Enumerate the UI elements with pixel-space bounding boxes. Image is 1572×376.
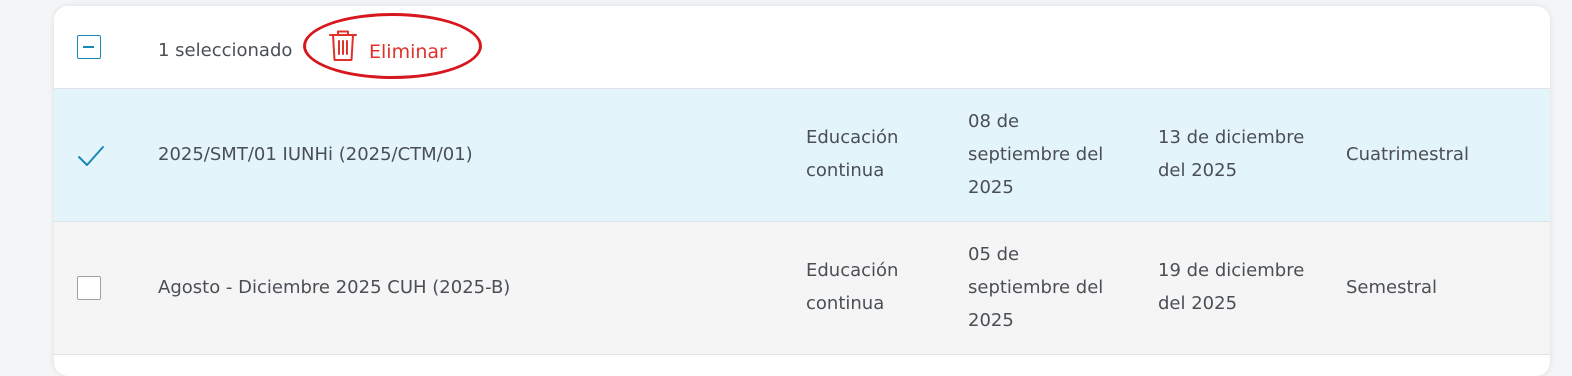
table-row[interactable]: Agosto - Diciembre 2025 CUH (2025-B) Edu… — [54, 222, 1550, 355]
delete-button[interactable]: Eliminar — [303, 13, 482, 79]
row-start-date: 05 de septiembre del 2025 — [968, 244, 1104, 331]
select-all-checkbox[interactable] — [77, 35, 101, 59]
row-name: Agosto - Diciembre 2025 CUH (2025-B) — [158, 277, 511, 298]
row-end-date: 19 de diciembre del 2025 — [1158, 260, 1305, 314]
table-row[interactable]: 2025/SMT/01 IUNHi (2025/CTM/01) Educació… — [54, 89, 1550, 222]
row-end-date: 13 de diciembre del 2025 — [1158, 127, 1305, 181]
selected-count: 1 seleccionado — [158, 40, 293, 61]
row-checkbox[interactable] — [77, 276, 101, 300]
row-period: Cuatrimestral — [1346, 144, 1469, 165]
selection-toolbar: 1 seleccionado Eliminar — [54, 6, 1550, 89]
row-type: Educación continua — [806, 260, 899, 314]
row-type: Educación continua — [806, 127, 899, 181]
table-card: 1 seleccionado Eliminar 2025/SMT/01 IUNH… — [54, 6, 1550, 376]
row-name: 2025/SMT/01 IUNHi (2025/CTM/01) — [158, 144, 473, 165]
row-period: Semestral — [1346, 277, 1437, 298]
delete-label: Eliminar — [369, 41, 447, 63]
trash-icon — [329, 30, 357, 61]
checkmark-icon[interactable] — [76, 141, 106, 171]
row-start-date: 08 de septiembre del 2025 — [968, 111, 1104, 198]
